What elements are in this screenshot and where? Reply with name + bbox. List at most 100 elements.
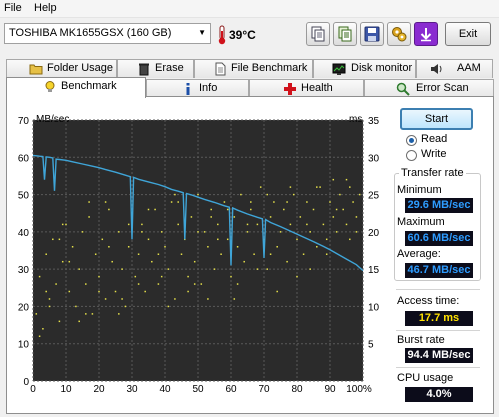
- access-time-point: [81, 231, 84, 233]
- access-time-point: [35, 313, 38, 315]
- access-time-point: [52, 238, 54, 241]
- right-axis-tick-label: 30: [368, 153, 380, 164]
- access-time-point: [61, 260, 64, 263]
- access-time-point: [75, 305, 77, 308]
- x-axis-tick-label: 90: [324, 384, 336, 395]
- access-time-point: [259, 186, 262, 188]
- access-time-point: [137, 283, 140, 285]
- access-time-point: [322, 223, 325, 226]
- access-time-point: [286, 260, 288, 263]
- access-time-point: [309, 268, 311, 270]
- left-axis-tick-label: 30: [18, 265, 30, 276]
- access-time-point: [243, 260, 245, 263]
- access-time-point: [306, 201, 308, 203]
- left-axis-tick-label: 0: [23, 377, 29, 388]
- access-time-point: [276, 246, 278, 248]
- access-time-point: [296, 238, 298, 241]
- access-time-point: [48, 305, 51, 308]
- access-time-point: [187, 290, 189, 293]
- x-axis-tick-label: 30: [126, 384, 138, 395]
- access-time-point: [203, 231, 206, 233]
- access-time-point: [193, 260, 196, 263]
- access-time-point: [85, 313, 87, 315]
- access-time-point: [127, 246, 130, 248]
- access-time-point: [256, 268, 259, 270]
- access-time-point: [101, 238, 104, 241]
- access-time-point: [335, 208, 338, 211]
- access-time-point: [226, 208, 229, 211]
- x-axis-tick-label: 70: [258, 384, 270, 395]
- access-time-point: [147, 238, 150, 241]
- access-time-point: [94, 253, 97, 255]
- access-time-point: [266, 268, 269, 270]
- access-time-point: [42, 328, 44, 330]
- access-time-point: [220, 253, 222, 255]
- access-time-point: [137, 253, 140, 255]
- access-time-point: [332, 216, 335, 218]
- access-time-point: [207, 298, 209, 300]
- right-axis-tick-label: 35: [368, 116, 380, 127]
- access-time-point: [111, 260, 113, 263]
- left-axis-tick-label: 60: [18, 153, 30, 164]
- access-time-point: [233, 216, 236, 218]
- access-time-point: [71, 246, 74, 248]
- x-axis-tick-label: 40: [159, 384, 171, 395]
- right-axis-tick-label: 20: [368, 228, 380, 239]
- access-time-point: [289, 186, 292, 188]
- access-time-point: [68, 260, 71, 263]
- access-time-point: [167, 305, 170, 308]
- access-time-point: [177, 201, 179, 203]
- access-time-point: [55, 283, 57, 285]
- access-time-point: [332, 178, 335, 181]
- access-time-point: [177, 223, 179, 226]
- access-time-point: [157, 253, 160, 255]
- right-axis-tick-label: 5: [368, 340, 374, 351]
- access-time-point: [217, 238, 219, 241]
- access-time-point: [134, 275, 137, 278]
- access-time-point: [38, 335, 41, 338]
- access-time-point: [246, 231, 249, 233]
- access-time-point: [114, 290, 117, 293]
- access-time-point: [269, 216, 272, 218]
- access-time-point: [121, 268, 123, 270]
- access-time-point: [45, 253, 47, 255]
- access-time-point: [223, 201, 226, 203]
- access-time-point: [349, 186, 351, 188]
- access-time-point: [38, 275, 41, 278]
- access-time-point: [104, 298, 107, 300]
- access-time-point: [58, 320, 61, 323]
- access-time-point: [104, 201, 107, 203]
- access-time-point: [250, 201, 252, 203]
- access-time-point: [174, 298, 176, 300]
- access-time-point: [197, 231, 199, 233]
- access-time-point: [190, 216, 193, 218]
- access-time-point: [88, 216, 90, 218]
- access-time-point: [217, 223, 219, 226]
- access-time-point: [45, 290, 47, 293]
- access-time-point: [256, 223, 259, 226]
- access-time-point: [236, 246, 239, 248]
- access-time-point: [121, 298, 123, 300]
- access-time-point: [147, 208, 150, 211]
- access-time-point: [180, 253, 183, 255]
- access-time-point: [345, 223, 348, 226]
- access-time-point: [187, 275, 189, 278]
- access-time-point: [355, 231, 358, 233]
- access-time-point: [335, 231, 338, 233]
- access-time-point: [197, 193, 199, 196]
- access-time-point: [144, 290, 146, 293]
- access-time-point: [85, 283, 87, 285]
- access-time-point: [299, 216, 302, 218]
- access-time-point: [230, 275, 232, 278]
- access-time-point: [236, 283, 239, 285]
- access-time-point: [141, 231, 143, 233]
- access-time-point: [151, 260, 153, 263]
- access-time-point: [316, 186, 318, 188]
- right-axis-tick-label: 10: [368, 302, 380, 313]
- access-time-point: [253, 253, 255, 255]
- access-time-point: [283, 208, 285, 211]
- access-time-point: [88, 201, 90, 203]
- right-axis-tick-label: 15: [368, 265, 380, 276]
- access-time-point: [98, 290, 100, 293]
- access-time-point: [108, 246, 110, 248]
